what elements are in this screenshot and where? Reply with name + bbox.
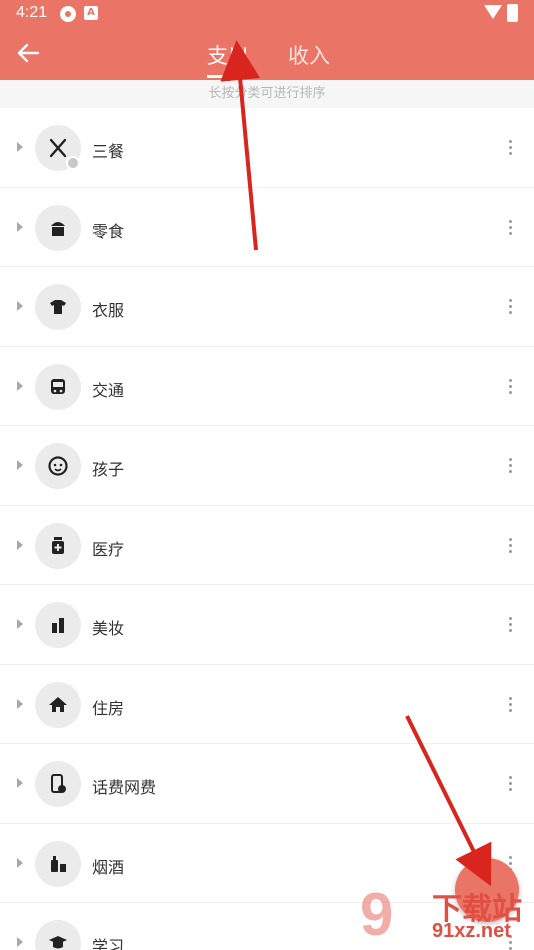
phone-bill-icon: [35, 761, 81, 807]
category-label: 话费网费: [92, 780, 157, 797]
more-options-icon[interactable]: [509, 696, 513, 715]
category-row[interactable]: 美妆: [0, 585, 534, 665]
expand-caret-icon[interactable]: [17, 937, 23, 947]
expand-caret-icon[interactable]: [17, 142, 23, 152]
tab-indicator: [207, 75, 249, 78]
notification-icon: [60, 6, 76, 22]
expand-caret-icon[interactable]: [17, 221, 23, 232]
more-options-icon[interactable]: [509, 458, 513, 476]
tab-spend[interactable]: 支出: [207, 40, 249, 70]
more-options-icon[interactable]: [509, 299, 513, 317]
category-label: 烟酒: [92, 859, 125, 877]
category-row[interactable]: 医疗: [0, 506, 534, 585]
category-label: 衣服: [92, 303, 125, 320]
wifi-icon: [484, 5, 502, 19]
watermark-logo: 9 下载站 91xz.net: [360, 880, 532, 948]
category-row[interactable]: 住房: [0, 665, 534, 744]
more-options-icon[interactable]: [509, 140, 513, 158]
bottle-icon: [35, 840, 81, 887]
expand-caret-icon[interactable]: [17, 619, 23, 629]
category-row[interactable]: 衣服: [0, 267, 534, 347]
category-row[interactable]: 零食: [0, 188, 534, 267]
category-row[interactable]: 孩子: [0, 426, 534, 506]
baby-face-icon: [35, 443, 81, 489]
watermark-url: 91xz.net: [432, 920, 511, 942]
more-options-icon[interactable]: [509, 537, 513, 556]
app-header: 4:21 A 支出 收入: [0, 0, 534, 80]
expand-caret-icon[interactable]: [17, 460, 23, 470]
expand-caret-icon[interactable]: [17, 380, 23, 391]
app-badge-icon: A: [84, 6, 98, 20]
category-label: 零食: [92, 223, 125, 241]
category-label: 学习: [92, 939, 125, 950]
expand-caret-icon[interactable]: [17, 778, 23, 788]
category-row[interactable]: 话费网费: [0, 744, 534, 824]
status-time: 4:21: [16, 4, 48, 21]
category-row[interactable]: 三餐: [0, 108, 534, 188]
watermark-mark: 9: [360, 881, 394, 948]
category-label: 孩子: [92, 462, 125, 479]
bus-icon: [35, 363, 81, 410]
category-label: 医疗: [92, 541, 125, 559]
more-options-icon[interactable]: [509, 617, 513, 635]
category-row[interactable]: 交通: [0, 347, 534, 426]
tab-income[interactable]: 收入: [288, 40, 330, 70]
category-list: 三餐 零食 衣服 交通 孩子 医疗 美妆 住房 话费网费 烟酒 学习: [0, 108, 534, 950]
status-bar: 4:21 A: [0, 0, 534, 28]
more-options-icon[interactable]: [509, 378, 513, 397]
study-icon: [35, 920, 81, 950]
medicine-icon: [35, 522, 81, 569]
cupcake-icon: [35, 204, 81, 251]
more-options-icon[interactable]: [509, 776, 513, 794]
lipstick-icon: [35, 602, 81, 648]
sort-hint: 长按分类可进行排序: [0, 80, 534, 108]
expand-caret-icon[interactable]: [17, 539, 23, 550]
expand-caret-icon[interactable]: [17, 857, 23, 868]
more-badge-icon: [66, 156, 80, 170]
category-label: 住房: [92, 700, 125, 718]
home-icon: [35, 681, 81, 728]
category-label: 三餐: [92, 144, 125, 161]
back-arrow-icon[interactable]: [14, 40, 42, 68]
category-label: 美妆: [92, 621, 125, 638]
expand-caret-icon[interactable]: [17, 698, 23, 709]
shirt-icon: [35, 284, 81, 330]
more-options-icon[interactable]: [509, 219, 513, 238]
category-label: 交通: [92, 382, 125, 400]
battery-icon: [507, 4, 518, 22]
expand-caret-icon[interactable]: [17, 301, 23, 311]
